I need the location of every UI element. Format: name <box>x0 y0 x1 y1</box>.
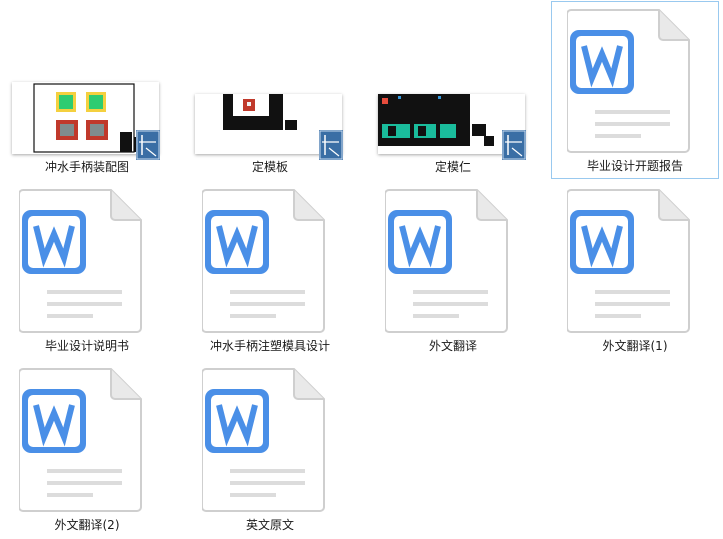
file-name-label: 冲水手柄装配图 <box>44 160 129 174</box>
cad-file-badge-icon <box>319 130 343 160</box>
file-name-label: 定模仁 <box>434 160 471 174</box>
file-item-fixed-plate[interactable]: 定模板 <box>186 2 354 180</box>
file-name-label: 英文原文 <box>245 518 294 532</box>
file-item-foreign-translation-1[interactable]: 外文翻译(1) <box>551 181 719 359</box>
file-grid: 冲水手柄装配图 定模板 定模仁 毕业设计开题报告 毕业设计说明书 冲水手柄注塑模… <box>0 0 723 539</box>
file-item-thesis-manual[interactable]: 毕业设计说明书 <box>3 181 171 359</box>
word-document-icon <box>19 368 142 512</box>
file-item-fixed-core[interactable]: 定模仁 <box>369 2 537 180</box>
cad-file-badge-icon <box>136 130 160 160</box>
file-name-label: 外文翻译(2) <box>54 518 120 532</box>
file-name-label: 毕业设计说明书 <box>44 339 129 353</box>
word-document-icon <box>567 189 690 333</box>
word-document-icon <box>567 9 690 153</box>
file-name-label: 毕业设计开题报告 <box>586 159 683 173</box>
file-name-label: 定模板 <box>251 160 288 174</box>
file-name-label: 外文翻译(1) <box>602 339 668 353</box>
file-item-foreign-translation-2[interactable]: 外文翻译(2) <box>3 360 171 538</box>
word-document-icon <box>19 189 142 333</box>
file-item-english-original[interactable]: 英文原文 <box>186 360 354 538</box>
file-name-label: 外文翻译 <box>428 339 477 353</box>
file-item-foreign-translation[interactable]: 外文翻译 <box>369 181 537 359</box>
word-document-icon <box>202 368 325 512</box>
word-document-icon <box>385 189 508 333</box>
word-document-icon <box>202 189 325 333</box>
cad-file-badge-icon <box>502 130 526 160</box>
file-item-proposal-report[interactable]: 毕业设计开题报告 <box>551 1 719 179</box>
file-item-assembly-drawing[interactable]: 冲水手柄装配图 <box>3 2 171 180</box>
file-item-mold-design[interactable]: 冲水手柄注塑模具设计 <box>186 181 354 359</box>
file-name-label: 冲水手柄注塑模具设计 <box>209 339 330 353</box>
